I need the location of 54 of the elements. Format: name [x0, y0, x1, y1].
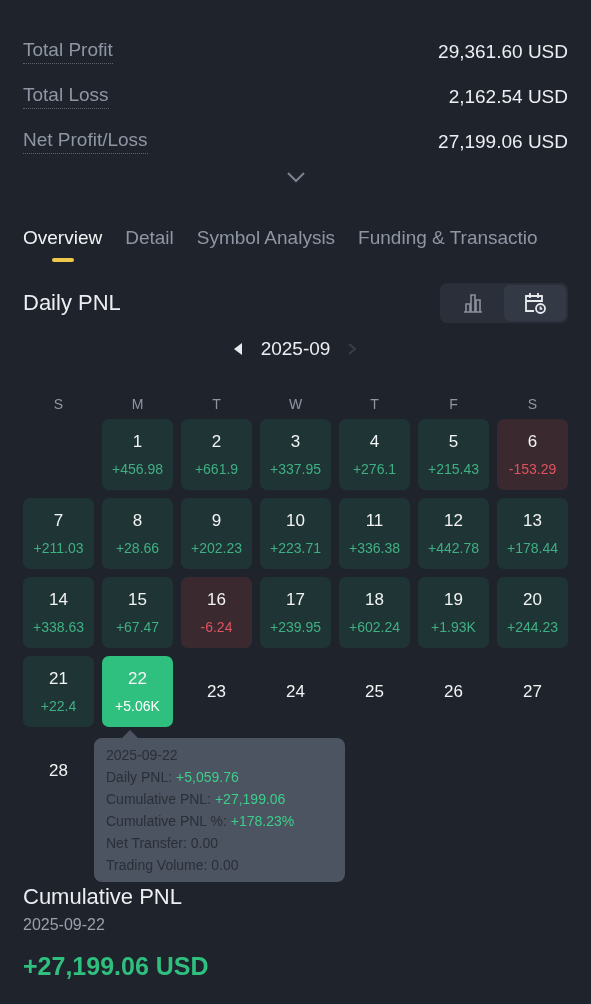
weekday-label: S	[52, 396, 65, 412]
day-cell[interactable]: 5 +215.43	[418, 419, 489, 490]
weekday-label: T	[369, 396, 380, 412]
day-cell[interactable]: 16 -6.24	[181, 577, 252, 648]
weekday-label: S	[526, 396, 539, 412]
day-cell[interactable]: 15 +67.47	[102, 577, 173, 648]
calendar-day[interactable]: 28	[23, 735, 94, 806]
day-cell[interactable]: 2 +661.9	[181, 419, 252, 490]
summary-value: 29,361.60 USD	[438, 40, 568, 63]
section-title: Daily PNL	[23, 290, 121, 316]
cumulative-value: +27,199.06 USD	[23, 952, 210, 981]
weekday-label: F	[448, 396, 459, 412]
summary-label[interactable]: Total Profit	[23, 39, 113, 64]
day-cell[interactable]: 1 +456.98	[102, 419, 173, 490]
weekday-label: T	[211, 396, 222, 412]
summary-value: 2,162.54 USD	[448, 85, 568, 108]
day-cell[interactable]: 10 +223.71	[260, 498, 331, 569]
bar-chart-icon	[462, 292, 484, 314]
calendar-day[interactable]: 24	[260, 656, 331, 727]
calendar-clock-icon	[523, 291, 547, 315]
day-cell[interactable]: 13 +178.44	[497, 498, 568, 569]
day-cell[interactable]: 18 +602.24	[339, 577, 410, 648]
tab[interactable]: Detail	[125, 227, 174, 267]
tab[interactable]: Overview	[23, 227, 103, 267]
calendar-day[interactable]: 27	[497, 656, 568, 727]
day-cell[interactable]: 20 +244.23	[497, 577, 568, 648]
summary-label[interactable]: Total Loss	[23, 84, 109, 109]
chevron-down-icon[interactable]	[286, 172, 305, 183]
summary-value: 27,199.06 USD	[438, 130, 568, 153]
weekday-label: W	[287, 396, 304, 412]
month-label: 2025-09	[260, 338, 331, 360]
day-cell[interactable]: 11 +336.38	[339, 498, 410, 569]
day-cell[interactable]: 14 +338.63	[23, 577, 94, 648]
calendar-button[interactable]	[504, 285, 566, 321]
day-cell[interactable]: 7 +211.03	[23, 498, 94, 569]
day-cell[interactable]: 19 +1.93K	[418, 577, 489, 648]
day-cell[interactable]: 3 +337.95	[260, 419, 331, 490]
day-cell[interactable]: 17 +239.95	[260, 577, 331, 648]
weekday-label: M	[130, 396, 145, 412]
previous-month-icon[interactable]	[233, 343, 243, 355]
day-cell[interactable]: 12 +442.78	[418, 498, 489, 569]
day-cell[interactable]: 8 +28.66	[102, 498, 173, 569]
tab[interactable]: Symbol Analysis	[196, 227, 336, 267]
day-cell[interactable]: 6 -153.29	[497, 419, 568, 490]
summary-label[interactable]: Net Profit/Loss	[23, 129, 148, 154]
section-title: Cumulative PNL	[23, 884, 183, 910]
tab[interactable]: Funding & Transactio	[358, 227, 538, 267]
calendar-day[interactable]: 23	[181, 656, 252, 727]
calendar-day[interactable]: 26	[418, 656, 489, 727]
date-label: 2025-09-22	[23, 916, 106, 934]
day-cell[interactable]: 9 +202.23	[181, 498, 252, 569]
day-cell[interactable]: 21 +22.4	[23, 656, 94, 727]
calendar-day[interactable]: 25	[339, 656, 410, 727]
day-cell[interactable]: 4 +276.1	[339, 419, 410, 490]
